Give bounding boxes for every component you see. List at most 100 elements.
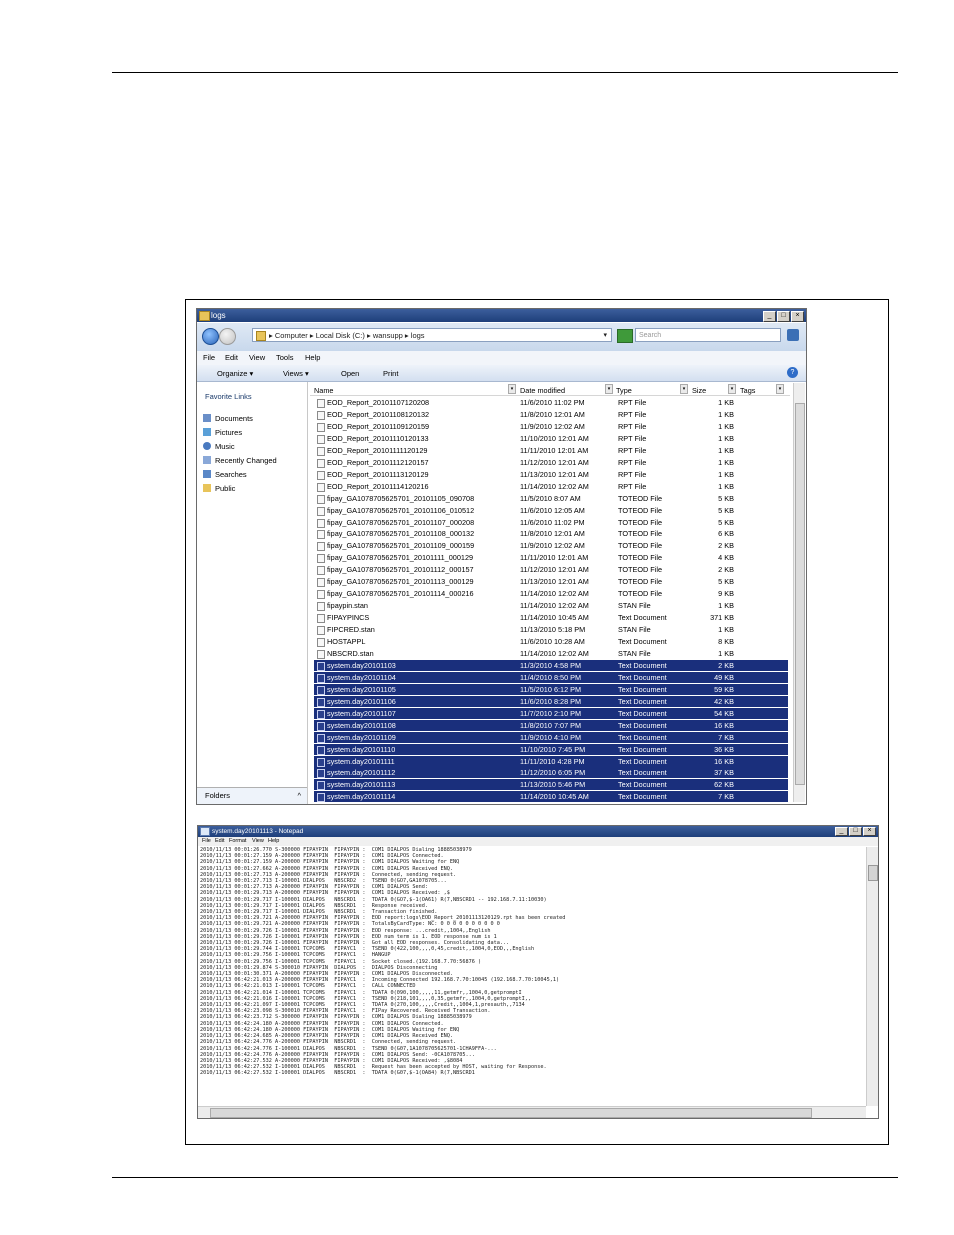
file-row[interactable]: fipay_GA1078705625701_20101112_000157 11/… [314,564,788,576]
file-row[interactable]: fipay_GA1078705625701_20101111_000129 11/… [314,552,788,564]
minimize-icon[interactable]: _ [763,311,776,322]
favorite-documents[interactable]: Documents [203,413,253,425]
help-icon[interactable]: ? [787,367,798,378]
column-name[interactable]: Name [314,386,333,395]
minimize-icon[interactable]: _ [835,827,848,836]
close-icon[interactable]: × [791,311,804,322]
file-row[interactable]: system.day20101113 11/13/2010 5:46 PM Text… [314,779,788,791]
file-row[interactable]: fipay_GA1078705625701_20101107_000208 11/… [314,517,788,528]
menu-tools[interactable]: Tools [276,353,294,362]
favorite-recently-changed[interactable]: Recently Changed [203,455,277,467]
log-text-area[interactable]: 2010/11/13 00:01:26.770 S-300000 FIPAYPI… [200,847,866,1106]
file-name: FIPAYPINCS [327,613,370,623]
file-row[interactable]: fipay_GA1078705625701_20101106_010512 11/… [314,505,788,516]
file-type: TOTEOD File [618,553,663,563]
column-date[interactable]: Date modified [520,386,565,395]
file-row[interactable]: fipay_GA1078705625701_20101105_090708 11/… [314,493,788,504]
maximize-icon[interactable]: □ [849,827,862,836]
menu-help[interactable]: Help [305,353,320,362]
scroll-thumb[interactable] [210,1108,812,1118]
file-row[interactable]: fipaypin.stan 11/14/2010 12:02 AM STAN Fil… [314,600,788,612]
file-row[interactable]: system.day20101111 11/11/2010 4:28 PM Text… [314,755,788,767]
file-type: TOTEOD File [618,493,663,503]
file-row[interactable]: NBSCRD.stan 11/14/2010 12:02 AM STAN File 1… [314,648,788,659]
file-type: STAN File [618,601,651,611]
column-size-filter[interactable]: ▾ [728,384,736,394]
menu-edit[interactable]: Edit [215,838,224,844]
file-row[interactable]: fipay_GA1078705625701_20101113_000129 11/… [314,576,788,588]
file-row[interactable]: system.day20101105 11/5/2010 6:12 PM Text … [314,683,788,695]
vertical-scrollbar[interactable] [793,383,805,802]
file-size: 37 KB [714,768,734,778]
path-box[interactable]: ▸ Computer ▸ Local Disk (C:) ▸ wansupp ▸… [252,328,612,342]
file-row[interactable]: EOD_Report_20101113120129 11/13/2010 12:0… [314,469,788,480]
search-input[interactable]: Search [635,328,781,342]
favorite-public[interactable]: Public [203,483,235,495]
folders-bar[interactable]: Folders ^ [197,787,307,804]
file-row[interactable]: system.day20101110 11/10/2010 7:45 PM Text… [314,743,788,755]
file-name: EOD_Report_20101109120159 [327,421,430,431]
file-row[interactable]: EOD_Report_20101114120216 11/14/2010 12:0… [314,481,788,492]
scroll-thumb[interactable] [868,865,878,881]
forward-button[interactable] [219,328,236,345]
file-row[interactable]: system.day20101106 11/6/2010 8:28 PM Text … [314,695,788,707]
file-row[interactable]: EOD_Report_20101112120157 11/12/2010 12:0… [314,457,788,468]
column-type-filter[interactable]: ▾ [680,384,688,394]
file-row[interactable]: fipay_GA1078705625701_20101108_000132 11/… [314,528,788,540]
favorite-pictures[interactable]: Pictures [203,427,242,439]
pictures-icon [203,428,211,436]
menu-view[interactable]: View [252,838,264,844]
file-row[interactable]: system.day20101114 11/14/2010 10:45 AM Tex… [314,791,788,803]
file-row[interactable]: system.day20101109 11/9/2010 4:10 PM Text … [314,731,788,743]
file-row[interactable]: system.day20101108 11/8/2010 7:07 PM Text … [314,719,788,731]
open-button[interactable]: Open [341,369,359,378]
favorite-searches[interactable]: Searches [203,469,247,481]
file-type: Text Document [618,744,667,754]
menu-edit[interactable]: Edit [225,353,238,362]
file-row[interactable]: system.day20101103 11/3/2010 4:58 PM Text … [314,659,788,671]
search-icon[interactable] [787,329,799,341]
vertical-scrollbar[interactable] [866,847,878,1106]
file-row[interactable]: fipay_GA1078705625701_20101114_000216 11/… [314,588,788,600]
chevron-down-icon[interactable]: ▾ [603,329,607,343]
file-row[interactable]: EOD_Report_20101107120208 11/6/2010 11:02… [314,397,788,408]
refresh-button[interactable] [617,329,633,343]
print-button[interactable]: Print [383,369,398,378]
back-button[interactable] [202,328,219,345]
column-date-filter[interactable]: ▾ [605,384,613,394]
file-row[interactable]: EOD_Report_20101111120129 11/11/2010 12:0… [314,445,788,456]
organize-button[interactable]: Organize ▾ [217,369,253,378]
file-row[interactable]: system.day20101107 11/7/2010 2:10 PM Text … [314,707,788,719]
menu-format[interactable]: Format [229,838,246,844]
scroll-thumb[interactable] [795,403,805,785]
maximize-icon[interactable]: □ [777,311,790,322]
menu-view[interactable]: View [249,353,265,362]
file-name: fipay_GA1078705625701_20101105_090708 [327,493,475,503]
file-type: RPT File [618,469,647,479]
favorite-music[interactable]: Music [203,441,235,453]
file-row[interactable]: EOD_Report_20101108120132 11/8/2010 12:01… [314,409,788,420]
column-type[interactable]: Type [616,386,632,395]
views-button[interactable]: Views ▾ [283,369,309,378]
file-row[interactable]: fipay_GA1078705625701_20101109_000159 11/… [314,540,788,552]
horizontal-scrollbar[interactable] [198,1106,866,1118]
file-row[interactable]: HOSTAPPL 11/6/2010 10:28 AM Text Document 8… [314,636,788,647]
close-icon[interactable]: × [863,827,876,836]
menu-file[interactable]: File [202,838,211,844]
file-row[interactable]: FIPAYPINCS 11/14/2010 10:45 AM Text Docume… [314,612,788,624]
file-icon [317,470,325,480]
column-tags[interactable]: Tags [740,386,755,395]
column-name-filter[interactable]: ▾ [508,384,516,394]
file-row[interactable]: system.day20101112 11/12/2010 6:05 PM Text… [314,767,788,779]
menu-help[interactable]: Help [268,838,279,844]
file-date: 11/11/2010 12:01 AM [520,445,589,455]
menu-file[interactable]: File [203,353,215,362]
file-row[interactable]: FIPCRED.stan 11/13/2010 5:18 PM STAN File 1… [314,624,788,636]
file-date: 11/6/2010 11:02 PM [520,517,585,527]
file-row[interactable]: system.day20101104 11/4/2010 8:50 PM Text … [314,671,788,683]
column-size[interactable]: Size [692,386,706,395]
file-row[interactable]: EOD_Report_20101109120159 11/9/2010 12:02… [314,421,788,432]
file-date: 11/4/2010 8:50 PM [520,672,582,682]
column-tags-filter[interactable]: ▾ [776,384,784,394]
file-row[interactable]: EOD_Report_20101110120133 11/10/2010 12:0… [314,433,788,444]
